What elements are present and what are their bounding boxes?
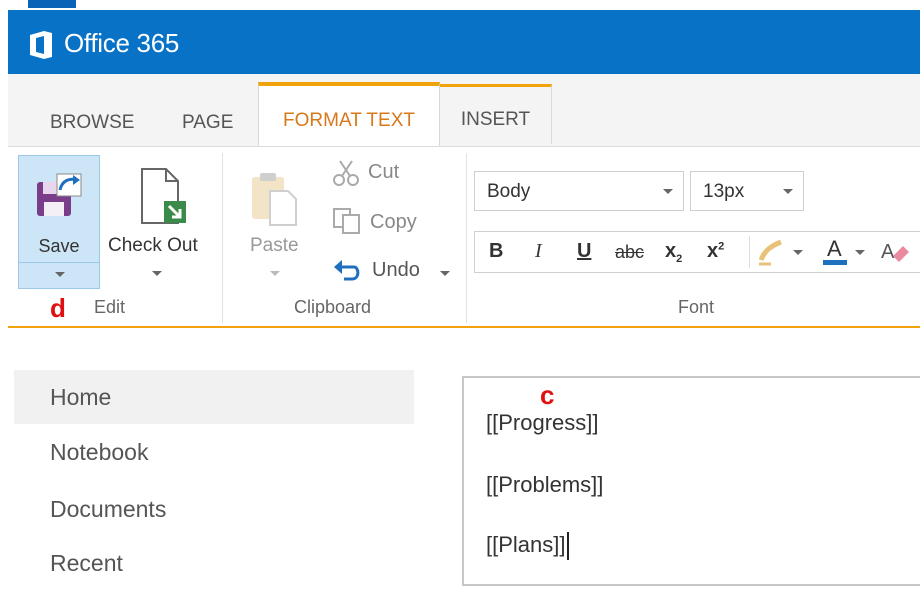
underline-button[interactable]: U <box>577 240 591 263</box>
svg-text:A: A <box>881 241 895 263</box>
check-out-button[interactable]: Check Out <box>106 155 216 289</box>
paste-dropdown-icon[interactable] <box>270 271 280 276</box>
nav-item-label: Home <box>50 384 112 410</box>
paste-label: Paste <box>250 235 299 256</box>
text-cursor <box>567 532 570 561</box>
browser-tab-fragment <box>28 0 76 8</box>
superscript-button[interactable]: x2 <box>707 240 724 263</box>
nav-item-notebook[interactable]: Notebook <box>14 425 414 479</box>
copy-icon <box>333 208 360 234</box>
suite-bar: Office 365 <box>8 10 920 74</box>
save-button[interactable]: Save <box>18 155 100 289</box>
nav-item-label: Notebook <box>50 439 149 465</box>
tab-format-text-label: FORMAT TEXT <box>283 110 415 131</box>
highlight-icon[interactable] <box>757 238 787 266</box>
copy-button[interactable]: Copy <box>328 205 428 237</box>
undo-label: Undo <box>372 259 420 281</box>
scissors-icon <box>333 160 359 186</box>
undo-button[interactable]: Undo <box>328 253 458 287</box>
font-size-value: 13px <box>703 181 745 202</box>
editor-line[interactable]: [[Plans]] <box>486 532 570 561</box>
check-out-dropdown-icon[interactable] <box>152 271 162 276</box>
tab-format-text[interactable]: FORMAT TEXT <box>258 82 440 148</box>
cut-button[interactable]: Cut <box>328 157 418 189</box>
check-out-label: Check Out <box>108 235 198 256</box>
subscript-button[interactable]: x2 <box>665 240 682 265</box>
font-style-value: Body <box>487 181 531 202</box>
editor-line-text: [[Plans]] <box>486 532 566 557</box>
clipboard-group-label: Clipboard <box>294 297 372 317</box>
copy-label: Copy <box>370 211 417 233</box>
ribbon-tab-bar: BROWSE PAGE FORMAT TEXT INSERT <box>8 74 920 148</box>
font-color-dropdown-icon[interactable] <box>855 250 865 255</box>
subscript-label: x <box>665 240 677 262</box>
nav-item-label: Documents <box>50 496 167 522</box>
strikethrough-button[interactable]: abc <box>615 242 644 263</box>
cut-label: Cut <box>368 161 400 183</box>
tab-browse[interactable]: BROWSE <box>50 108 134 138</box>
editor-line[interactable]: [[Problems]] <box>486 472 603 498</box>
format-toolbar: B I U abc x2 x2 A A <box>474 231 920 273</box>
undo-icon <box>334 260 360 281</box>
chevron-down-icon <box>783 189 793 194</box>
nav-item-documents[interactable]: Documents <box>14 482 414 536</box>
brand-title[interactable]: Office 365 <box>64 28 179 59</box>
editor-line[interactable]: [[Progress]] <box>486 410 598 436</box>
nav-item-home[interactable]: Home <box>14 370 414 424</box>
font-group-label: Font <box>678 297 715 317</box>
highlight-dropdown-icon[interactable] <box>793 250 803 255</box>
office-logo-icon <box>30 31 52 59</box>
paste-icon <box>252 173 297 226</box>
page-content-editor[interactable]: c [[Progress]] [[Problems]] [[Plans]] <box>462 376 920 586</box>
clear-format-icon[interactable]: A <box>879 238 909 266</box>
superscript-mark: 2 <box>718 240 725 253</box>
ribbon: Save Check Out d Edit Paste Cut Copy Und… <box>8 146 920 328</box>
separator <box>222 153 223 323</box>
chevron-down-icon <box>663 189 673 194</box>
annotation-d: d <box>50 293 66 323</box>
svg-text:A: A <box>827 236 842 261</box>
font-style-select[interactable]: Body <box>474 171 684 211</box>
tab-insert[interactable]: INSERT <box>440 84 552 144</box>
tab-page[interactable]: PAGE <box>182 108 233 138</box>
separator <box>466 153 467 323</box>
italic-button[interactable]: I <box>535 240 542 263</box>
annotation-c: c <box>540 380 555 410</box>
save-label: Save <box>38 236 80 256</box>
save-icon <box>37 173 82 216</box>
tab-insert-label: INSERT <box>460 109 531 130</box>
font-size-select[interactable]: 13px <box>690 171 804 211</box>
check-out-icon <box>141 168 186 224</box>
paste-button[interactable]: Paste <box>234 155 314 289</box>
edit-group-label: Edit <box>94 297 126 317</box>
superscript-label: x <box>707 240 719 262</box>
nav-item-recent[interactable]: Recent <box>14 536 414 590</box>
subscript-mark: 2 <box>676 253 683 265</box>
save-dropdown-icon[interactable] <box>55 272 65 277</box>
undo-dropdown-icon[interactable] <box>440 271 450 276</box>
bold-button[interactable]: B <box>489 240 503 263</box>
nav-item-label: Recent <box>50 550 123 576</box>
top-strip <box>0 0 920 10</box>
font-color-icon[interactable]: A <box>819 236 849 268</box>
